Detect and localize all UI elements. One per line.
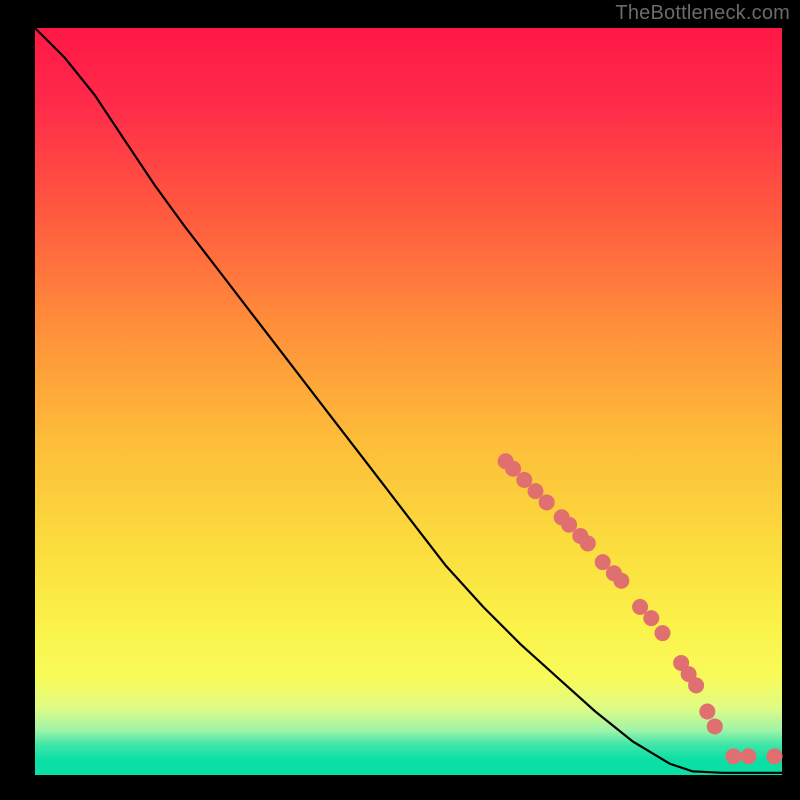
data-point <box>613 573 629 589</box>
chart-frame: TheBottleneck.com <box>0 0 800 800</box>
attribution-text: TheBottleneck.com <box>615 2 790 25</box>
data-point <box>740 748 756 764</box>
data-point <box>707 718 723 734</box>
data-point <box>654 625 670 641</box>
curve-line <box>35 28 782 773</box>
data-point <box>699 704 715 720</box>
data-point <box>539 494 555 510</box>
data-point <box>688 677 704 693</box>
data-point <box>643 610 659 626</box>
data-point <box>767 748 783 764</box>
chart-svg <box>35 28 782 775</box>
data-points-group <box>498 453 783 764</box>
data-point <box>725 748 741 764</box>
data-point <box>580 535 596 551</box>
